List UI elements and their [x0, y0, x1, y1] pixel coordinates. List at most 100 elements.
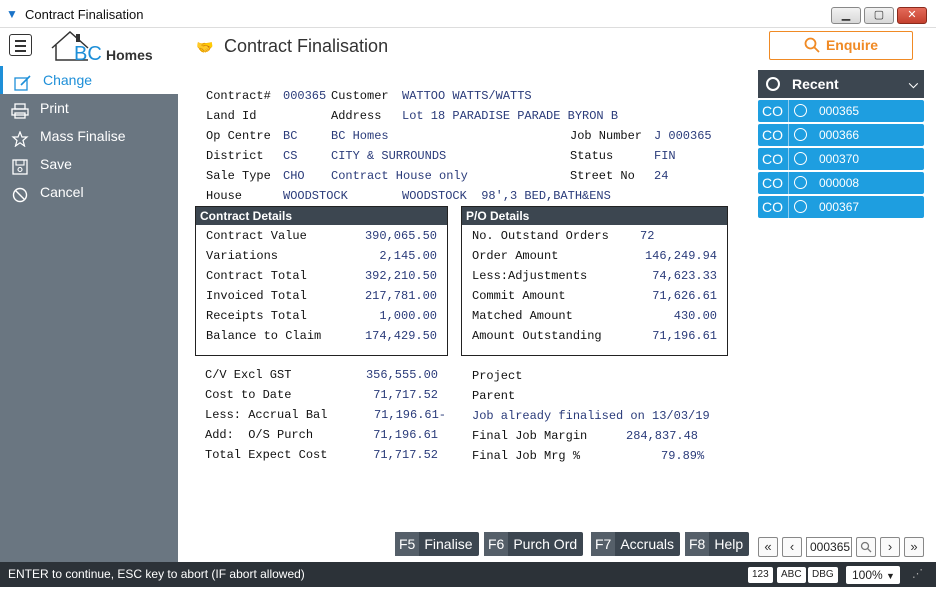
record-type: CO: [762, 199, 783, 215]
row-label: No. Outstand Orders: [472, 229, 609, 243]
table-row: Contract Value 390,065.50: [206, 227, 437, 247]
chevron-down-icon[interactable]: ⌵: [909, 70, 918, 98]
sidebar-item-print[interactable]: Print: [0, 94, 178, 122]
table-row: Matched Amount 430.00: [472, 307, 717, 327]
row-value: 74,623.33: [652, 269, 717, 283]
fkey-label: Help: [714, 536, 744, 552]
table-row: No. Outstand Orders 72: [472, 227, 717, 247]
recent-item[interactable]: CO 000370: [758, 148, 924, 170]
window-titlebar: ▼ Contract Finalisation ▁ ▢ ✕: [0, 0, 936, 28]
district-label: District: [206, 149, 264, 163]
next-record-button[interactable]: ›: [880, 537, 900, 557]
row-label: Invoiced Total: [206, 289, 307, 303]
row-label: Matched Amount: [472, 309, 573, 323]
f8-help-button[interactable]: F8 Help: [685, 532, 750, 556]
row-label: Add: O/S Purch: [205, 428, 314, 442]
table-row: Amount Outstanding 71,196.61: [472, 327, 717, 347]
recent-panel: Recent ⌵ CO 000365 CO 000366 CO 000370 CO 00…: [758, 70, 924, 218]
search-record-button[interactable]: [856, 537, 876, 557]
fkey-label: Accruals: [620, 536, 675, 552]
zoom-value: 100%: [852, 568, 883, 582]
district-code: CS: [283, 149, 298, 163]
final-job-margin-pct-value: 79.89%: [661, 449, 705, 463]
page-title-text: Contract Finalisation: [224, 36, 389, 56]
debug-button[interactable]: DBG: [808, 567, 838, 583]
recent-title: Recent: [792, 76, 839, 92]
sidebar-item-mass-finalise[interactable]: Mass Finalise: [0, 122, 178, 150]
fkey-code: F7: [591, 532, 616, 556]
record-number: 000370: [819, 152, 860, 166]
sidebar-item-cancel[interactable]: Cancel: [0, 178, 178, 206]
contract-number[interactable]: 000365: [283, 89, 326, 103]
finalised-message: Job already finalised on 13/03/19: [472, 409, 710, 423]
table-row: Total Expect Cost 71,717.52: [205, 446, 438, 466]
fkey-code: F5: [395, 532, 420, 556]
close-button[interactable]: ✕: [897, 7, 927, 24]
table-row: C/V Excl GST 356,555.00: [205, 366, 438, 386]
table-row: Less:Adjustments 74,623.33: [472, 267, 717, 287]
sidebar-item-label: Print: [40, 100, 69, 116]
land-id-label: Land Id: [206, 109, 257, 123]
enquire-button[interactable]: Enquire: [769, 31, 913, 60]
sidebar-item-label: Change: [43, 72, 93, 88]
maximize-button[interactable]: ▢: [864, 7, 894, 24]
svg-text:BC: BC: [74, 43, 102, 64]
table-row: Receipts Total 1,000.00: [206, 307, 437, 327]
recent-item[interactable]: CO 000008: [758, 172, 924, 194]
op-centre-label: Op Centre: [206, 129, 271, 143]
f6-purch-ord-button[interactable]: F6 Purch Ord: [484, 532, 584, 556]
recent-header[interactable]: Recent ⌵: [758, 70, 924, 98]
table-row: Less: Accrual Bal 71,196.61-: [205, 406, 446, 426]
resize-grip-icon[interactable]: ⋰: [912, 562, 923, 587]
record-number: 000365: [819, 104, 860, 118]
row-value: 71,717.52: [373, 388, 438, 402]
contract-details-panel: Contract Details Contract Value 390,065.5…: [195, 206, 448, 356]
record-number: 000008: [819, 176, 860, 190]
record-number: 000367: [819, 200, 860, 214]
row-label: Total Expect Cost: [205, 448, 328, 462]
sidebar-item-change[interactable]: Change: [0, 66, 178, 94]
enquire-label: Enquire: [825, 37, 879, 53]
customer-label: Customer: [331, 89, 389, 103]
row-label: Balance to Claim: [206, 329, 322, 343]
first-record-button[interactable]: «: [758, 537, 778, 557]
table-row: Invoiced Total 217,781.00: [206, 287, 437, 307]
fkey-label: Finalise: [424, 536, 473, 552]
recent-item[interactable]: CO 000367: [758, 196, 924, 218]
row-value: 71,626.61: [652, 289, 717, 303]
minimize-button[interactable]: ▁: [831, 7, 861, 24]
star-icon: [11, 128, 29, 148]
row-value: 71,196.61-: [373, 408, 446, 422]
row-label: Receipts Total: [206, 309, 307, 323]
sidebar-item-label: Save: [40, 156, 72, 172]
sidebar-item-save[interactable]: Save: [0, 150, 178, 178]
sale-type-name: Contract House only: [331, 169, 468, 183]
row-value: 217,781.00: [364, 289, 437, 303]
row-value: 2,145.00: [379, 249, 437, 263]
house-code: WOODSTOCK: [283, 189, 348, 203]
window-title: Contract Finalisation: [25, 7, 144, 22]
chevron-down-icon: ▼: [886, 571, 895, 581]
recent-item[interactable]: CO 000365: [758, 100, 924, 122]
last-record-button[interactable]: »: [904, 537, 924, 557]
f7-accruals-button[interactable]: F7 Accruals: [591, 532, 681, 556]
table-row: Commit Amount 71,626.61: [472, 287, 717, 307]
cancel-icon: [11, 184, 29, 203]
table-row: Contract Total 392,210.50: [206, 267, 437, 287]
numeric-mode-button[interactable]: 123: [748, 567, 773, 583]
prev-record-button[interactable]: ‹: [782, 537, 802, 557]
zoom-select[interactable]: 100% ▼: [846, 566, 900, 584]
status-value: FIN: [654, 149, 676, 163]
menu-icon[interactable]: [9, 34, 32, 56]
f5-finalise-button[interactable]: F5 Finalise: [395, 532, 479, 556]
window-bottom-edge: [0, 587, 936, 594]
alpha-mode-button[interactable]: ABC: [777, 567, 806, 583]
row-label: Variations: [206, 249, 279, 263]
final-job-margin-value: 284,837.48: [626, 429, 699, 443]
record-number-input[interactable]: 000365: [806, 537, 852, 557]
op-centre-code: BC: [283, 129, 298, 143]
timer-icon: [794, 152, 807, 165]
row-value: 146,249.94: [644, 249, 717, 263]
recent-item[interactable]: CO 000366: [758, 124, 924, 146]
timer-icon: [794, 200, 807, 213]
